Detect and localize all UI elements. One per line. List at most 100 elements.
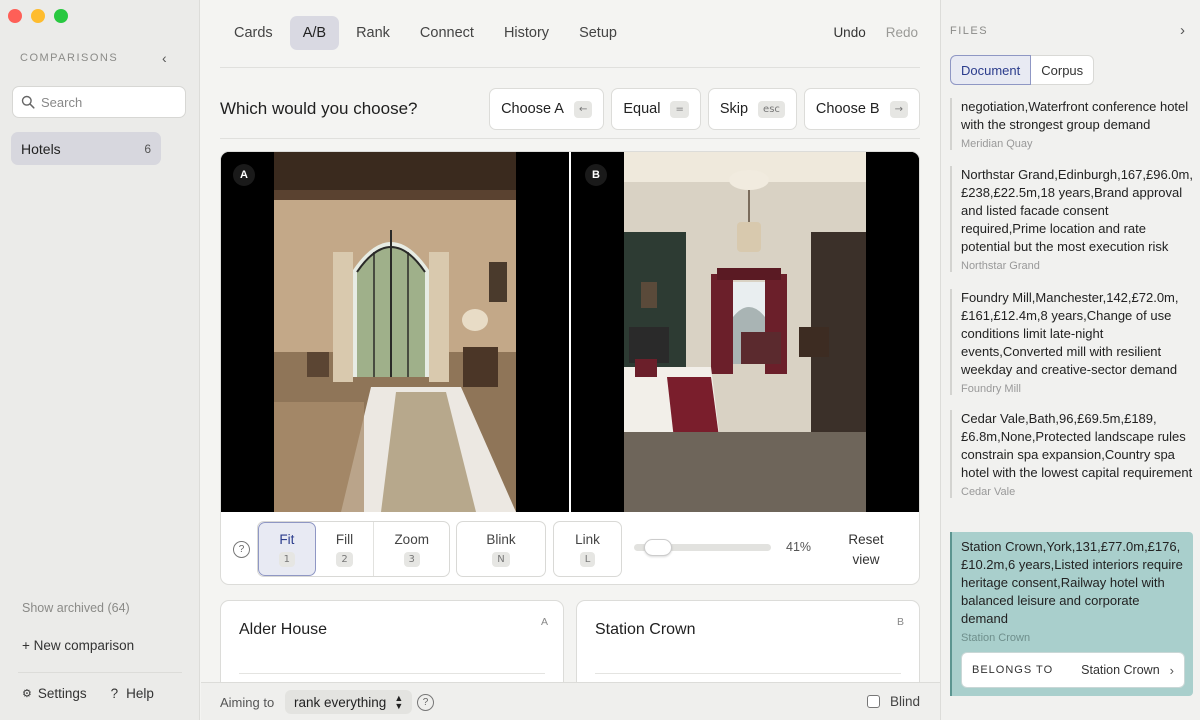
divider (220, 67, 920, 68)
chevron-right-icon[interactable]: › (1180, 22, 1185, 39)
tab-cards[interactable]: Cards (221, 16, 286, 50)
zoom-button[interactable]: Zoom 3 (374, 522, 449, 576)
updown-chevron-icon: ▲ ▼ (394, 693, 404, 711)
choice-buttons: Choose A ← Equal = Skip esc Choose B → (489, 88, 920, 130)
settings-button[interactable]: ⚙ Settings (22, 686, 87, 701)
blind-toggle[interactable]: Blind (866, 694, 920, 709)
belongs-to-label: BELONGS TO (972, 664, 1054, 676)
entry-source: Foundry Mill (961, 383, 1021, 395)
file-entry[interactable]: Foundry Mill,Manchester,142,£72.0m,£161,… (950, 289, 1193, 395)
link-button[interactable]: Link L (554, 522, 621, 576)
blink-toggle[interactable]: Blink N (456, 521, 546, 577)
undo-button[interactable]: Undo (833, 25, 865, 40)
tab-connect[interactable]: Connect (407, 16, 487, 50)
skip-button[interactable]: Skip esc (707, 88, 797, 130)
sidebar-section-title: COMPARISONS (20, 52, 119, 64)
choose-a-button[interactable]: Choose A ← (489, 88, 605, 130)
blink-button[interactable]: Blink N (457, 522, 545, 576)
option-label: Fit (279, 531, 295, 547)
help-label: Help (126, 686, 154, 701)
entry-text: Northstar Grand,Edinburgh,167,£96.0m,£23… (961, 167, 1193, 254)
fit-button[interactable]: Fit 1 (258, 522, 316, 576)
file-entry[interactable]: negotiation,Waterfront conference hotel … (950, 98, 1193, 150)
tab-setup[interactable]: Setup (566, 16, 630, 50)
fill-button[interactable]: Fill 2 (316, 522, 375, 576)
option-label: Zoom (394, 531, 429, 547)
files-title: FILES (950, 25, 989, 37)
help-button[interactable]: ? Help (111, 686, 154, 701)
tab-bar: Cards A/B Rank Connect History Setup (221, 16, 630, 50)
sidebar-item-hotels[interactable]: Hotels 6 (11, 132, 161, 165)
choice-label: Skip (719, 101, 749, 117)
arrow-left-key: ← (573, 100, 593, 118)
bottom-bar: Aiming to rank everything ▲ ▼ ? Blind (201, 682, 940, 720)
card-title: Station Crown (595, 621, 696, 638)
entry-text: negotiation,Waterfront conference hotel … (961, 99, 1189, 132)
zoom-percent: 41% (786, 540, 812, 554)
viewer-controls: ? Fit 1 Fill 2 Zoom 3 Blink N Link L 41%… (221, 512, 919, 584)
tab-rank[interactable]: Rank (343, 16, 403, 50)
zoom-slider[interactable] (634, 539, 771, 556)
tab-ab[interactable]: A/B (289, 16, 340, 50)
tab-corpus[interactable]: Corpus (1031, 55, 1095, 85)
search-icon (21, 95, 35, 109)
belongs-to-value: Station Crown (1081, 663, 1160, 677)
link-toggle[interactable]: Link L (553, 521, 622, 577)
help-icon[interactable]: ? (233, 541, 250, 558)
file-entry-selected[interactable]: Station Crown,York,131,£77.0m,£176,£10.2… (950, 532, 1193, 696)
choice-label: Equal (623, 101, 661, 117)
tab-history[interactable]: History (491, 16, 562, 50)
aiming-select[interactable]: rank everything ▲ ▼ (285, 690, 413, 714)
maximize-window-button[interactable] (54, 9, 68, 23)
help-icon[interactable]: ? (417, 694, 434, 711)
settings-label: Settings (37, 686, 87, 701)
badge-b: B (585, 164, 607, 186)
image-b-pane[interactable]: B (571, 152, 919, 512)
option-label: Link (575, 531, 600, 547)
image-a-pane[interactable]: A (221, 152, 569, 512)
option-label: Fill (335, 531, 354, 547)
aiming-value: rank everything (294, 694, 387, 710)
sidebar: COMPARISONS ‹ ⌘K Hotels 6 Show archived … (0, 0, 244, 720)
divider (239, 673, 545, 674)
sidebar-item-count: 6 (144, 141, 151, 156)
blind-checkbox[interactable] (866, 695, 880, 708)
file-entry[interactable]: Northstar Grand,Edinburgh,167,£96.0m,£23… (950, 166, 1193, 272)
files-panel: FILES › Document Corpus negotiation,Wate… (940, 0, 1200, 720)
entry-source: Cedar Vale (961, 486, 1016, 498)
equal-key: = (670, 100, 689, 118)
hotel-room-photo-b (571, 152, 919, 512)
reset-view-button[interactable]: Reset view (846, 530, 886, 570)
image-comparison-viewer: A B ? Fit 1 Fill 2 Zoom 3 Blink N Link L… (220, 151, 920, 585)
search-input[interactable] (41, 94, 217, 110)
file-entry[interactable]: Cedar Vale,Bath,96,£69.5m,£189,£6.8m,Non… (950, 410, 1193, 498)
card-label: A (540, 616, 548, 628)
key-3: 3 (403, 551, 420, 567)
view-mode-selector: Fit 1 Fill 2 Zoom 3 (257, 521, 450, 577)
belongs-to-selector[interactable]: BELONGS TO Station Crown › (961, 652, 1185, 688)
redo-button[interactable]: Redo (886, 25, 918, 40)
search-box[interactable]: ⌘K (12, 86, 244, 118)
entry-source: Northstar Grand (961, 260, 1040, 272)
choose-b-button[interactable]: Choose B → (803, 88, 920, 130)
comparison-prompt: Which would you choose? (220, 99, 418, 118)
divider (18, 672, 182, 673)
choice-label: Choose B (815, 101, 880, 117)
arrow-right-key: → (889, 100, 908, 118)
close-window-button[interactable] (8, 9, 22, 23)
new-comparison-button[interactable]: + New comparison (22, 638, 134, 653)
equal-button[interactable]: Equal = (611, 88, 701, 130)
main-area: Cards A/B Rank Connect History Setup Und… (201, 0, 940, 720)
minimize-window-button[interactable] (31, 9, 45, 23)
esc-key: esc (758, 100, 785, 118)
zoom-slider-handle[interactable] (644, 539, 672, 556)
show-archived-link[interactable]: Show archived (64) (22, 601, 130, 615)
card-label: B (896, 616, 904, 628)
entry-text: Station Crown,York,131,£77.0m,£176,£10.2… (961, 539, 1183, 626)
chevron-right-icon: › (1169, 662, 1174, 678)
aiming-label: Aiming to (220, 695, 275, 710)
divider (220, 138, 920, 139)
chevron-left-icon[interactable]: ‹ (162, 50, 167, 66)
tab-document[interactable]: Document (950, 55, 1032, 85)
choice-label: Choose A (501, 101, 564, 117)
